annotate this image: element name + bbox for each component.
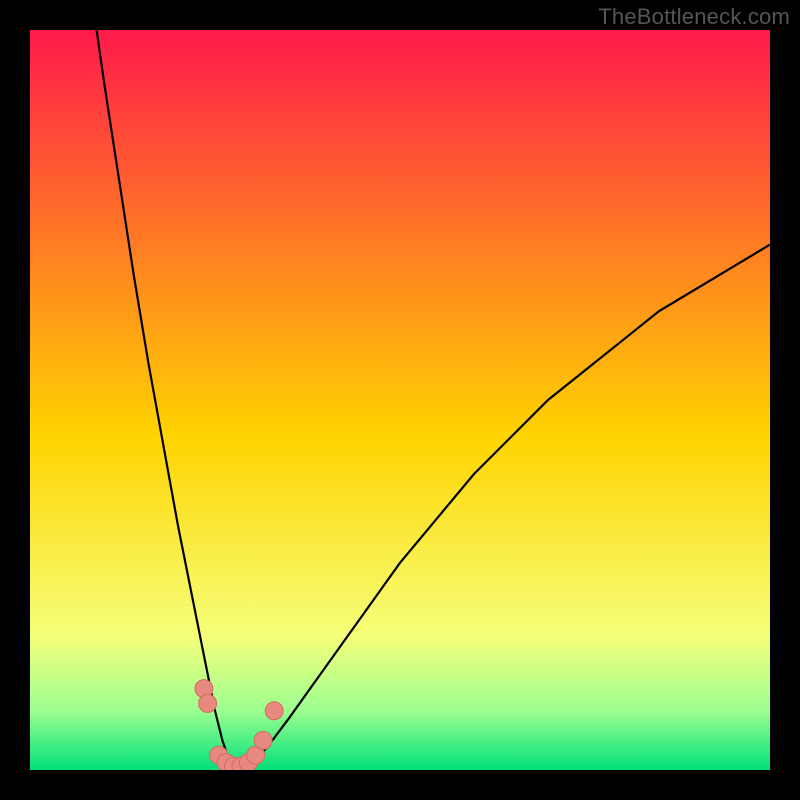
- gradient-background: [30, 30, 770, 770]
- plot-area: [30, 30, 770, 770]
- watermark-text: TheBottleneck.com: [598, 4, 790, 30]
- data-marker: [254, 731, 272, 749]
- data-marker: [265, 702, 283, 720]
- chart-svg: [30, 30, 770, 770]
- data-marker: [199, 694, 217, 712]
- chart-frame: TheBottleneck.com: [0, 0, 800, 800]
